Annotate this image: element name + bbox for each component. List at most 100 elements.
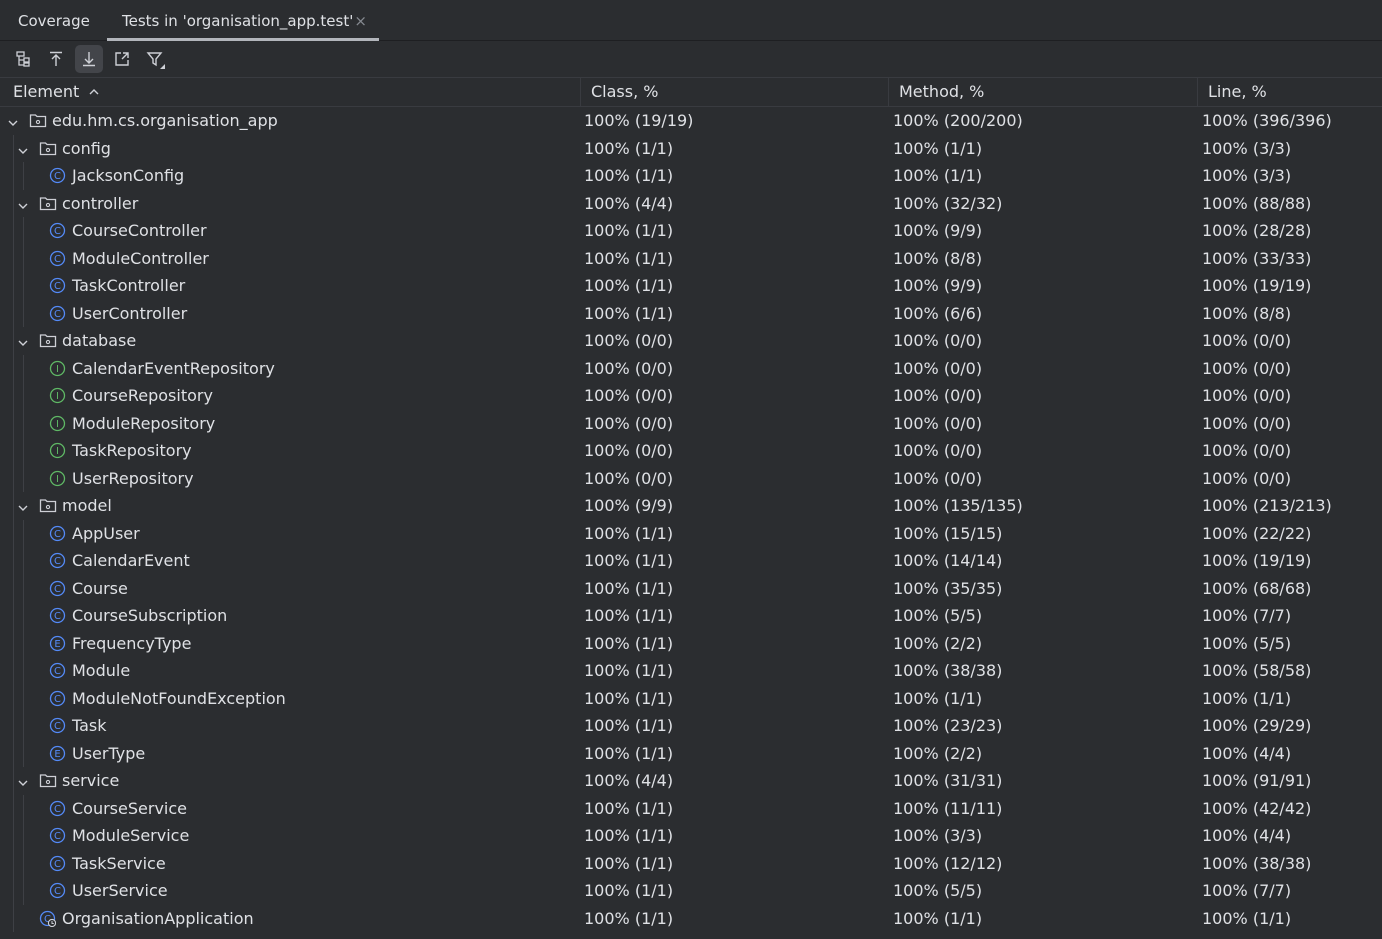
class-coverage-cell: 100% (1/1) [584, 688, 674, 708]
column-divider[interactable] [580, 77, 581, 106]
svg-text:C: C [54, 666, 61, 677]
column-divider[interactable] [888, 77, 889, 106]
line-coverage-cell: 100% (1/1) [1202, 908, 1292, 928]
table-row[interactable]: config 100% (1/1) 100% (1/1) 100% (3/3) [0, 134, 1382, 162]
tree-guide-line [13, 849, 14, 877]
tree-guide-line [23, 739, 24, 767]
table-row[interactable]: C AppUser 100% (1/1) 100% (15/15) 100% (22/2… [0, 519, 1382, 547]
class-coverage-cell: 100% (9/9) [584, 496, 674, 515]
class-coverage-cell: 100% (19/19) [584, 111, 694, 130]
table-row[interactable]: C OrganisationApplication 100% (1/1) 100% (… [0, 904, 1382, 932]
table-row[interactable]: model 100% (9/9) 100% (135/135) 100% (213/2… [0, 492, 1382, 520]
element-name: ModuleNotFoundException [72, 688, 286, 708]
chevron-down-icon[interactable] [17, 774, 29, 786]
chevron-down-icon[interactable] [17, 142, 29, 154]
table-row[interactable]: C CalendarEvent 100% (1/1) 100% (14/14) 100%… [0, 547, 1382, 575]
class-icon: C [49, 827, 66, 844]
tab-tests[interactable]: Tests in 'organisation_app.test' × [107, 0, 379, 42]
column-header-class-label: Class, % [591, 82, 659, 101]
column-header-element[interactable]: Element [13, 77, 100, 106]
table-row[interactable]: C TaskService 100% (1/1) 100% (12/12) 100% (… [0, 849, 1382, 877]
enum-icon: E [49, 635, 66, 652]
chevron-down-icon[interactable] [17, 334, 29, 346]
table-row[interactable]: I UserRepository 100% (0/0) 100% (0/0) 100% … [0, 464, 1382, 492]
table-row[interactable]: C Course 100% (1/1) 100% (35/35) 100% (68/68… [0, 574, 1382, 602]
table-row[interactable]: C CourseService 100% (1/1) 100% (11/11) 100%… [0, 794, 1382, 822]
svg-text:C: C [54, 721, 61, 732]
tree-guide-line [23, 629, 24, 657]
method-coverage-cell: 100% (9/9) [893, 221, 983, 240]
table-row[interactable]: C ModuleController 100% (1/1) 100% (8/8) 100… [0, 244, 1382, 272]
flatten-packages-button[interactable] [9, 45, 37, 73]
tree-guide-line [13, 217, 14, 245]
table-row[interactable]: I ModuleRepository 100% (0/0) 100% (0/0) 100… [0, 409, 1382, 437]
class-coverage-cell: 100% (0/0) [584, 358, 674, 378]
tree-guide-line [13, 244, 14, 272]
export-button[interactable] [108, 45, 136, 73]
sort-ascending-icon [89, 89, 99, 95]
svg-text:I: I [56, 419, 59, 430]
method-coverage-cell: 100% (0/0) [893, 331, 983, 350]
table-row[interactable]: C Task 100% (1/1) 100% (23/23) 100% (29/29) [0, 712, 1382, 740]
package-icon [29, 112, 47, 129]
element-name: model [62, 496, 112, 515]
chevron-down-icon[interactable] [17, 499, 29, 511]
chevron-down-icon[interactable] [17, 197, 29, 209]
method-coverage-cell: 100% (8/8) [893, 248, 983, 268]
table-row[interactable]: C CourseController 100% (1/1) 100% (9/9) 100… [0, 217, 1382, 245]
class-icon: C [49, 222, 66, 239]
tree-guide-line [13, 547, 14, 575]
table-row[interactable]: C TaskController 100% (1/1) 100% (9/9) 100% … [0, 272, 1382, 300]
class-coverage-cell: 100% (0/0) [584, 331, 674, 350]
table-row[interactable]: C UserService 100% (1/1) 100% (5/5) 100% (7/… [0, 877, 1382, 905]
column-header-class[interactable]: Class, % [591, 77, 658, 106]
table-row[interactable]: I TaskRepository 100% (0/0) 100% (0/0) 100% … [0, 437, 1382, 465]
navigate-down-button[interactable] [75, 45, 103, 73]
tree-guide-line [13, 327, 14, 355]
class-coverage-cell: 100% (4/4) [584, 193, 674, 213]
table-row[interactable]: E FrequencyType 100% (1/1) 100% (2/2) 100% (… [0, 629, 1382, 657]
class-icon: C [49, 277, 66, 294]
table-row[interactable]: C ModuleNotFoundException 100% (1/1) 100% (… [0, 684, 1382, 712]
class-icon: C [49, 552, 66, 569]
table-row[interactable]: C UserController 100% (1/1) 100% (6/6) 100% … [0, 299, 1382, 327]
table-row[interactable]: C ModuleService 100% (1/1) 100% (3/3) 100% (… [0, 822, 1382, 850]
table-row[interactable]: C CourseSubscription 100% (1/1) 100% (5/5) 1… [0, 602, 1382, 630]
table-row[interactable]: E UserType 100% (1/1) 100% (2/2) 100% (4/4) [0, 739, 1382, 767]
method-coverage-cell: 100% (9/9) [893, 276, 983, 295]
tab-coverage[interactable]: Coverage [18, 0, 90, 40]
table-row[interactable]: I CourseRepository 100% (0/0) 100% (0/0) 100… [0, 382, 1382, 410]
table-row[interactable]: edu.hm.cs.organisation_app 100% (19/19) 10… [0, 107, 1382, 135]
table-row[interactable]: service 100% (4/4) 100% (31/31) 100% (91/91… [0, 767, 1382, 795]
method-coverage-cell: 100% (1/1) [893, 688, 983, 708]
table-row[interactable]: C Module 100% (1/1) 100% (38/38) 100% (58/58… [0, 657, 1382, 685]
class-coverage-cell: 100% (0/0) [584, 413, 674, 433]
svg-text:E: E [54, 749, 60, 760]
chevron-down-icon[interactable] [7, 114, 19, 126]
tree-guide-line [23, 464, 24, 492]
filter-button[interactable] [141, 45, 169, 73]
line-coverage-cell: 100% (42/42) [1202, 798, 1312, 818]
interface-icon: I [49, 387, 66, 404]
line-coverage-cell: 100% (19/19) [1202, 276, 1312, 295]
navigate-up-button[interactable] [42, 45, 70, 73]
element-name: JacksonConfig [72, 166, 185, 185]
table-row[interactable]: database 100% (0/0) 100% (0/0) 100% (0/0) [0, 327, 1382, 355]
tree-guide-line [13, 519, 14, 547]
runnable-class-icon: C [39, 910, 57, 927]
table-row[interactable]: controller 100% (4/4) 100% (32/32) 100% (88… [0, 189, 1382, 217]
close-icon[interactable]: × [354, 0, 367, 42]
column-header-line[interactable]: Line, % [1208, 77, 1267, 106]
table-row[interactable]: I CalendarEventRepository 100% (0/0) 100% (… [0, 354, 1382, 382]
svg-text:C: C [54, 556, 61, 567]
column-header-method[interactable]: Method, % [899, 77, 984, 106]
class-coverage-cell: 100% (1/1) [584, 798, 674, 818]
column-divider[interactable] [1197, 77, 1198, 106]
method-coverage-cell: 100% (38/38) [893, 661, 1003, 680]
class-coverage-cell: 100% (1/1) [584, 908, 674, 928]
svg-text:C: C [54, 226, 61, 237]
svg-text:C: C [54, 694, 61, 705]
line-coverage-cell: 100% (213/213) [1202, 496, 1332, 515]
table-row[interactable]: C JacksonConfig 100% (1/1) 100% (1/1) 100% (… [0, 162, 1382, 190]
method-coverage-cell: 100% (14/14) [893, 551, 1003, 570]
